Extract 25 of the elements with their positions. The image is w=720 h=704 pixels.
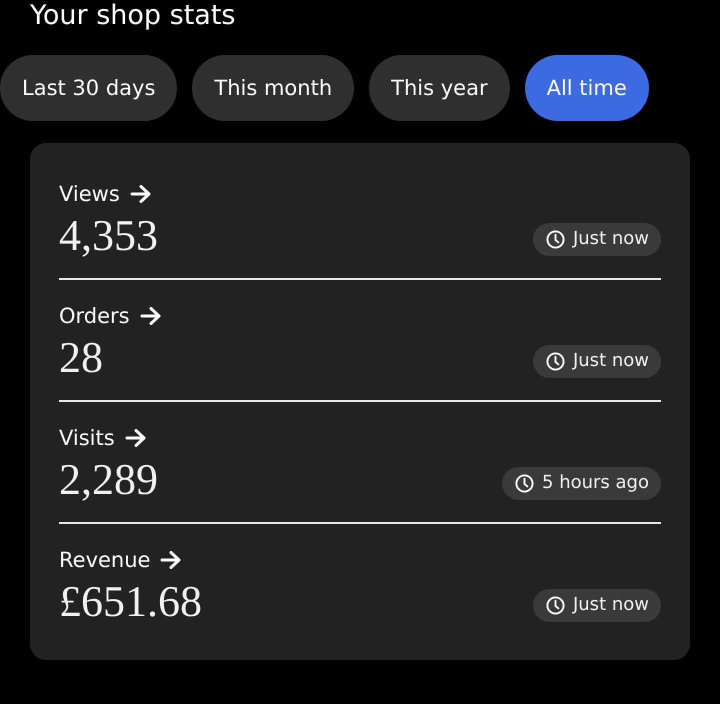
- stat-link[interactable]: Orders: [59, 302, 162, 330]
- period-tab[interactable]: Last 30 days: [0, 55, 178, 121]
- clock-icon: [515, 474, 534, 492]
- updated-time: 5 hours ago: [542, 472, 649, 494]
- period-tab[interactable]: This year: [369, 55, 510, 121]
- stat-link[interactable]: Revenue: [59, 546, 182, 574]
- stat-value: 4,353: [59, 212, 158, 260]
- stat-link[interactable]: Visits: [59, 424, 147, 452]
- updated-time: Just now: [572, 228, 649, 250]
- arrow-right-icon: [130, 184, 152, 204]
- stat-value: 28: [59, 334, 103, 382]
- period-tab[interactable]: This month: [192, 55, 354, 121]
- clock-icon: [546, 230, 565, 248]
- clock-icon: [546, 352, 565, 370]
- stat-value: 2,289: [59, 456, 158, 504]
- stat-value: £651.68: [59, 578, 202, 626]
- arrow-right-icon: [140, 306, 162, 326]
- clock-icon: [546, 596, 565, 614]
- stat-link[interactable]: Views: [59, 180, 152, 208]
- updated-time: Just now: [572, 350, 649, 372]
- arrow-right-icon: [124, 428, 147, 448]
- updated-time: Just now: [572, 594, 649, 616]
- period-tab[interactable]: All time: [524, 55, 649, 121]
- arrow-right-icon: [160, 550, 182, 570]
- page-title: Your shop stats: [30, 0, 236, 32]
